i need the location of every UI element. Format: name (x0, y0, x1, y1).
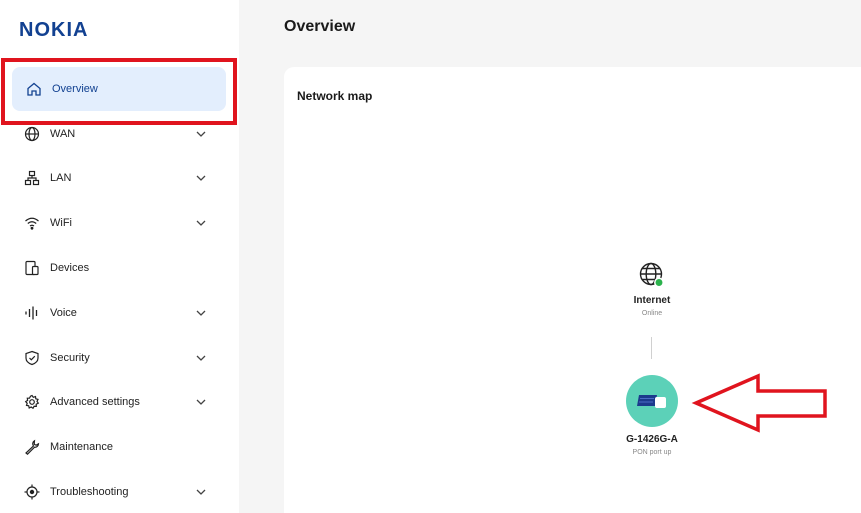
sidebar-item-lan[interactable]: LAN (12, 156, 226, 200)
chevron-down-icon[interactable] (195, 486, 207, 498)
sidebar-item-label: Overview (52, 83, 98, 95)
sidebar-item-security[interactable]: Security (12, 336, 226, 380)
shield-icon (23, 349, 41, 367)
sidebar-item-label: WiFi (50, 217, 72, 229)
sidebar-item-label: LAN (50, 172, 72, 184)
sidebar-item-label: Devices (50, 262, 90, 274)
sidebar-item-voice[interactable]: Voice (12, 291, 226, 335)
nokia-logo[interactable]: NOKIA (19, 18, 99, 40)
sidebar-item-advanced-settings[interactable]: Advanced settings (12, 380, 226, 424)
page-title: Overview (284, 18, 356, 35)
chevron-down-icon[interactable] (195, 352, 207, 364)
sidebar-item-wan[interactable]: WAN (12, 112, 226, 156)
globe-icon (23, 125, 41, 143)
sidebar-item-label: WAN (50, 128, 76, 140)
chevron-down-icon[interactable] (195, 172, 207, 184)
voice-icon (23, 304, 41, 322)
router-device-icon (637, 395, 666, 408)
sidebar-item-troubleshooting[interactable]: Troubleshooting (12, 470, 226, 513)
chevron-down-icon[interactable] (195, 396, 207, 408)
sidebar-item-label: Troubleshooting (50, 486, 129, 498)
sidebar-item-devices[interactable]: Devices (12, 246, 226, 290)
sidebar-item-maintenance[interactable]: Maintenance (12, 425, 226, 469)
network-map-title: Network map (297, 89, 373, 103)
network-connector-line (651, 337, 652, 359)
chevron-down-icon[interactable] (195, 128, 207, 140)
chevron-down-icon[interactable] (195, 217, 207, 229)
internet-status: Online (641, 310, 663, 317)
sidebar-item-label: Security (50, 352, 90, 364)
sidebar-item-label: Maintenance (50, 441, 113, 453)
svg-text:NOKIA: NOKIA (19, 19, 88, 40)
sidebar-item-label: Advanced settings (50, 396, 140, 408)
online-status-dot (654, 277, 664, 288)
router-label: G-1426G-A (626, 434, 678, 445)
devices-icon (23, 259, 41, 277)
sidebar-item-label: Voice (50, 307, 77, 319)
crosshair-icon (23, 483, 41, 501)
network-tree-icon (23, 169, 41, 187)
sidebar: NOKIA Overview WAN LAN WiFi Devices Voic… (0, 0, 239, 513)
router-node[interactable] (626, 375, 678, 427)
internet-label: Internet (633, 295, 671, 306)
network-map-card (284, 67, 861, 513)
router-status: PON port up (632, 449, 672, 456)
internet-globe-icon[interactable] (639, 262, 665, 288)
home-icon (25, 80, 43, 98)
sidebar-item-overview[interactable]: Overview (12, 67, 226, 111)
wifi-icon (23, 214, 41, 232)
gear-icon (23, 393, 41, 411)
wrench-icon (23, 438, 41, 456)
sidebar-item-wifi[interactable]: WiFi (12, 201, 226, 245)
chevron-down-icon[interactable] (195, 307, 207, 319)
